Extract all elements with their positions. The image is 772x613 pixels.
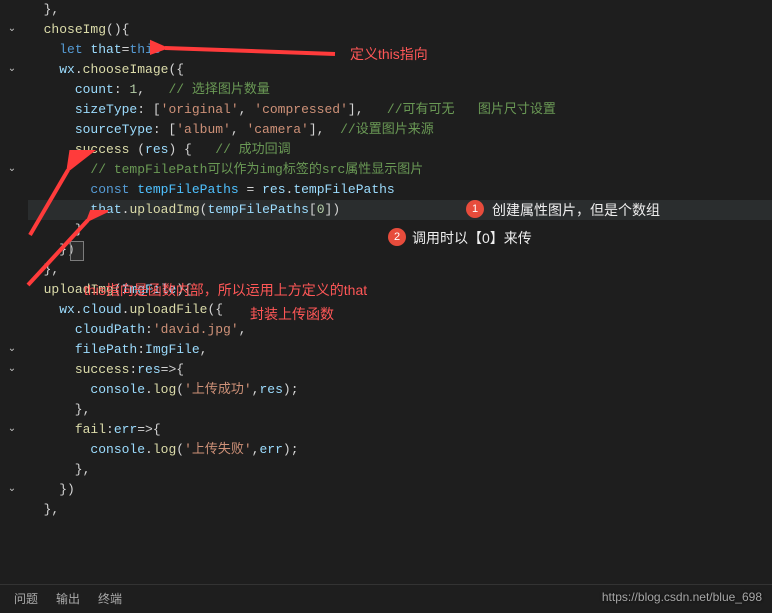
code-line: count: 1, // 选择图片数量 — [28, 80, 772, 100]
watermark-text: https://blog.csdn.net/blue_698 — [602, 587, 762, 607]
annotation-badge: 2 — [388, 228, 406, 246]
code-line: console.log('上传成功',res); — [28, 380, 772, 400]
code-line: choseImg(){ — [28, 20, 772, 40]
code-line: sourceType: ['album', 'camera'], //设置图片来… — [28, 120, 772, 140]
code-line: sizeType: ['original', 'compressed'], //… — [28, 100, 772, 120]
fold-chevron-icon[interactable]: ⌄ — [6, 24, 18, 36]
code-line: }, — [28, 400, 772, 420]
code-line: }, — [28, 0, 772, 20]
code-line: fail:err=>{ — [28, 420, 772, 440]
code-line: }, — [28, 500, 772, 520]
code-line: wx.cloud.uploadFile({ — [28, 300, 772, 320]
code-line-highlighted: that.uploadImg(tempFilePaths[0]) — [28, 200, 772, 220]
code-line: }) — [28, 480, 772, 500]
code-line: console.log('上传失败',err); — [28, 440, 772, 460]
code-line: cloudPath:'david.jpg', — [28, 320, 772, 340]
code-line: wx.chooseImage({ — [28, 60, 772, 80]
tab-output[interactable]: 输出 — [56, 589, 80, 609]
fold-gutter: ⌄ ⌄ ⌄ ⌄ ⌄ ⌄ ⌄ — [0, 0, 24, 580]
code-line: filePath:ImgFile, — [28, 340, 772, 360]
fold-chevron-icon[interactable]: ⌄ — [6, 64, 18, 76]
code-line: }, — [28, 460, 772, 480]
code-line: // tempFilePath可以作为img标签的src属性显示图片 — [28, 160, 772, 180]
code-line: success (res) { // 成功回调 — [28, 140, 772, 160]
fold-chevron-icon[interactable]: ⌄ — [6, 344, 18, 356]
code-editor[interactable]: ⌄ ⌄ ⌄ ⌄ ⌄ ⌄ ⌄ }, choseImg(){ let that=th… — [0, 0, 772, 520]
code-line: const tempFilePaths = res.tempFilePaths — [28, 180, 772, 200]
tab-terminal[interactable]: 终端 — [98, 589, 122, 609]
fold-chevron-icon[interactable]: ⌄ — [6, 364, 18, 376]
fold-chevron-icon[interactable]: ⌄ — [6, 484, 18, 496]
code-line: uploadImg(ImgFile){ — [28, 280, 772, 300]
code-line: let that=this — [28, 40, 772, 60]
code-line: success:res=>{ — [28, 360, 772, 380]
tab-problems[interactable]: 问题 — [14, 589, 38, 609]
bracket-match-box — [70, 241, 84, 261]
code-line: }, — [28, 260, 772, 280]
annotation-badge: 1 — [466, 200, 484, 218]
fold-chevron-icon[interactable]: ⌄ — [6, 424, 18, 436]
fold-chevron-icon[interactable]: ⌄ — [6, 164, 18, 176]
